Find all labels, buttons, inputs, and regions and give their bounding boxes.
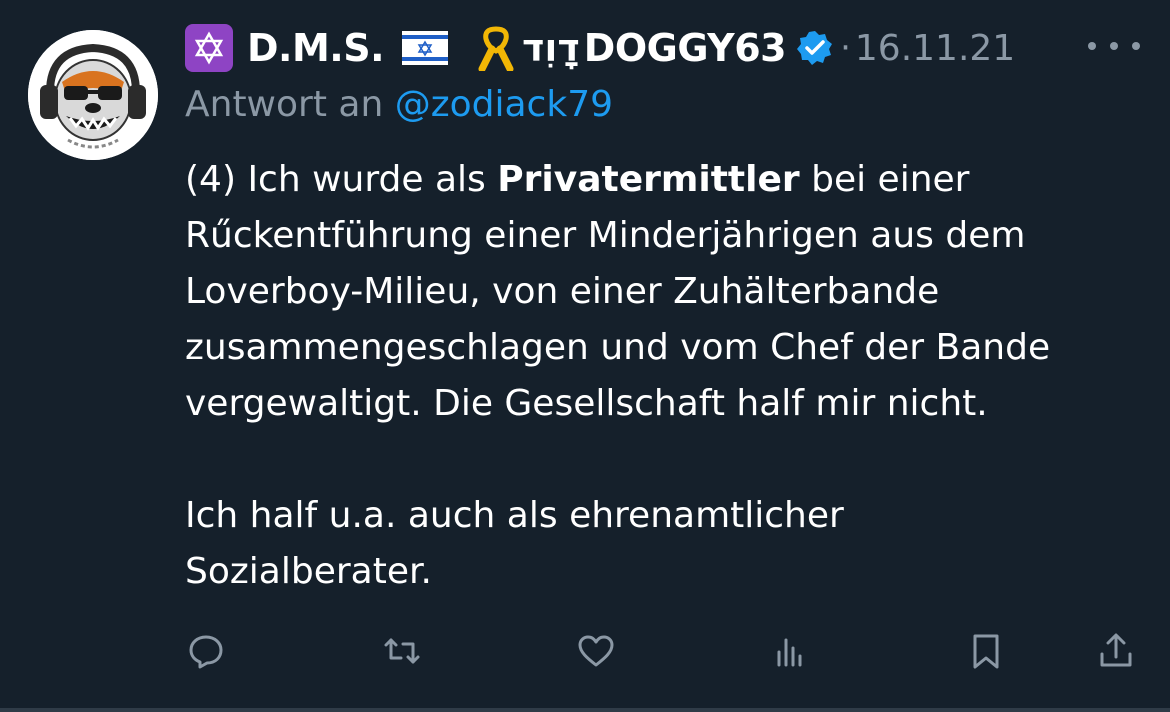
avatar[interactable] [28,30,158,160]
tweet-header: D.M.S. דָוִד DOGGY63 · 16.11.21 [185,22,1015,74]
separator-dot: · [840,28,851,68]
display-name[interactable]: D.M.S. [247,26,385,70]
reply-icon[interactable] [186,628,226,674]
body-line: Ich half u.a. auch als ehrenamtlicher [185,495,844,536]
divider [0,708,1170,712]
tweet-card[interactable]: D.M.S. דָוִד DOGGY63 · 16.11.21 Antwort … [0,0,1170,712]
hebrew-name: דָוִד [522,26,580,70]
tweet-date[interactable]: 16.11.21 [855,28,1015,69]
more-dot [1110,42,1118,50]
star-of-david-icon [185,24,233,72]
more-dot [1132,42,1140,50]
bookmark-icon[interactable] [966,628,1006,674]
reply-to-line: Antwort an @zodiack79 [185,84,613,125]
handle-name[interactable]: DOGGY63 [584,26,787,70]
reply-prefix: Antwort an [185,84,384,125]
verified-badge-icon [797,31,833,65]
body-line: vergewaltigt. Die Gesellschaft half mir … [185,383,988,424]
body-text-segment: (4) Ich wurde als [185,159,498,200]
bulldog-avatar-icon [28,30,158,160]
body-line: Rűckentführung einer Minderjährigen aus … [185,215,1026,256]
share-icon[interactable] [1096,628,1136,674]
body-line: (4) Ich wurde als Privatermittler bei ei… [185,152,1155,208]
tweet-body: (4) Ich wurde als Privatermittler bei ei… [185,152,1155,600]
yellow-ribbon-icon [478,26,514,71]
retweet-icon[interactable] [382,628,422,674]
views-icon[interactable] [770,628,810,674]
body-line: zusammengeschlagen und vom Chef der Band… [185,327,1051,368]
israel-flag-icon [402,31,449,65]
action-bar [186,628,1146,674]
more-icon[interactable] [1088,36,1140,56]
body-text-segment: bei einer [799,159,970,200]
like-icon[interactable] [576,628,616,674]
more-dot [1088,42,1096,50]
body-bold-term: Privatermittler [497,159,800,200]
body-line: Loverboy-Milieu, von einer Zuhälterbande [185,271,940,312]
body-line: Sozialberater. [185,551,432,592]
reply-mention[interactable]: @zodiack79 [395,84,613,125]
